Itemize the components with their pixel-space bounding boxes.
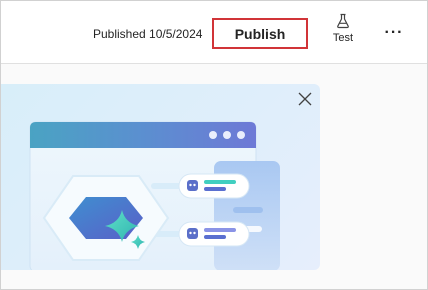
close-icon	[298, 92, 312, 106]
welcome-banner	[1, 84, 320, 270]
chat-bubble-top	[178, 173, 250, 199]
chat-bubble-bottom	[178, 221, 250, 247]
publish-button-label: Publish	[234, 25, 286, 42]
flask-icon	[337, 13, 349, 29]
top-command-bar: Published 10/5/2024 Publish Test ···	[1, 1, 427, 64]
side-panel-bar-2	[233, 207, 263, 213]
banner-illustration	[29, 121, 280, 270]
window-dot-3	[237, 131, 245, 139]
more-horizontal-icon: ···	[384, 24, 404, 41]
content-area	[1, 64, 427, 289]
app-frame: Published 10/5/2024 Publish Test ···	[0, 0, 428, 290]
window-dot-1	[209, 131, 217, 139]
close-banner-button[interactable]	[298, 92, 316, 110]
window-dot-2	[223, 131, 231, 139]
test-button[interactable]: Test	[327, 13, 359, 53]
publish-button[interactable]: Publish	[212, 18, 308, 49]
more-options-button[interactable]: ···	[381, 21, 407, 45]
window-title-bar	[30, 122, 256, 148]
published-status-text: Published 10/5/2024	[93, 27, 203, 41]
test-button-label: Test	[332, 32, 354, 44]
